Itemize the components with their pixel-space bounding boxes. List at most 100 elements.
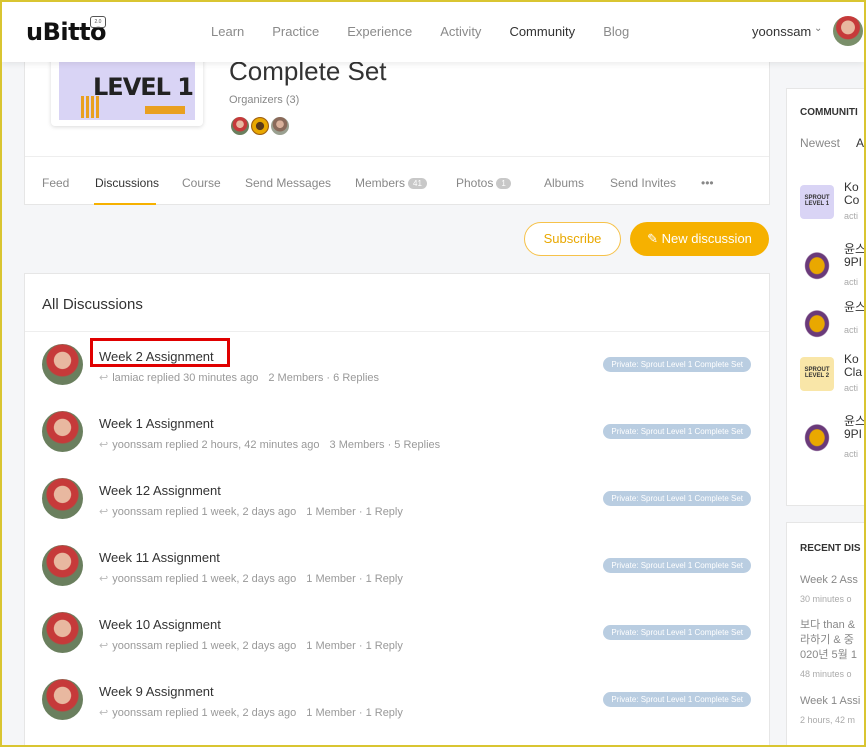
group-tag[interactable]: Private: Sprout Level 1 Complete Set xyxy=(603,491,751,506)
community-activity: acti xyxy=(844,449,859,459)
community-thumbnail[interactable] xyxy=(800,305,834,339)
edit-icon: ✎ xyxy=(647,231,662,246)
organizer-avatar[interactable] xyxy=(229,115,251,137)
main-nav: Learn Practice Experience Activity Commu… xyxy=(211,24,657,39)
new-discussion-label: New discussion xyxy=(661,231,752,246)
reply-stats: 3 Members · 5 Replies xyxy=(329,439,441,451)
nav-activity[interactable]: Activity xyxy=(440,24,481,39)
communities-widget: COMMUNITI Newest A SPROUT LEVEL 1 Ko Co a… xyxy=(786,88,866,506)
reply-info: lamiac replied 30 minutes ago xyxy=(112,372,259,384)
tab-course[interactable]: Course xyxy=(182,176,221,190)
cover-bar-decoration xyxy=(145,106,185,114)
recent-discussion-link[interactable]: 보다 than & 라하기 & 중 020년 5월 1 xyxy=(800,618,857,663)
discussion-title[interactable]: Week 10 Assignment xyxy=(99,617,221,632)
nav-learn[interactable]: Learn xyxy=(211,24,244,39)
reply-icon: ↩ xyxy=(99,372,109,384)
reply-info: yoonssam replied 1 week, 2 days ago xyxy=(112,506,297,518)
avatar[interactable] xyxy=(42,545,83,586)
community-thumbnail[interactable] xyxy=(800,419,834,453)
tab-alphabetical[interactable]: A xyxy=(856,136,864,150)
discussion-row[interactable]: Week 11 Assignment ↩ yoonssam replied 1 w… xyxy=(25,545,769,612)
community-thumbnail[interactable] xyxy=(800,247,834,281)
divider xyxy=(25,331,769,332)
tab-send-messages[interactable]: Send Messages xyxy=(245,176,331,190)
avatar[interactable] xyxy=(42,411,83,452)
more-options-icon[interactable]: ••• xyxy=(701,176,714,190)
reply-icon: ↩ xyxy=(99,573,109,585)
tab-albums[interactable]: Albums xyxy=(544,176,584,190)
new-discussion-button[interactable]: ✎ New discussion xyxy=(630,222,769,256)
group-tag[interactable]: Private: Sprout Level 1 Complete Set xyxy=(603,558,751,573)
user-avatar[interactable] xyxy=(833,16,863,46)
organizer-avatar[interactable] xyxy=(269,115,291,137)
recent-discussion-link[interactable]: Week 1 Assi xyxy=(800,694,860,709)
discussion-title[interactable]: Week 1 Assignment xyxy=(99,416,214,431)
subscribe-button[interactable]: Subscribe xyxy=(524,222,621,256)
discussions-title: All Discussions xyxy=(42,296,143,313)
logo-badge-icon: 2.0 xyxy=(90,16,106,28)
group-tag[interactable]: Private: Sprout Level 1 Complete Set xyxy=(603,625,751,640)
group-tag[interactable]: Private: Sprout Level 1 Complete Set xyxy=(603,692,751,707)
discussion-title[interactable]: Week 11 Assignment xyxy=(99,550,220,565)
community-name[interactable]: Ko Cla xyxy=(844,353,862,379)
nav-practice[interactable]: Practice xyxy=(272,24,319,39)
community-activity: acti xyxy=(844,383,859,393)
tab-feed[interactable]: Feed xyxy=(42,176,69,190)
community-thumbnail[interactable]: SPROUT LEVEL 2 xyxy=(800,357,834,391)
community-thumbnail[interactable]: SPROUT LEVEL 1 xyxy=(800,185,834,219)
tab-send-invites[interactable]: Send Invites xyxy=(610,176,676,190)
discussion-meta: ↩ yoonssam replied 1 week, 2 days ago 1 Me… xyxy=(99,639,403,652)
avatar[interactable] xyxy=(42,344,83,385)
tab-members[interactable]: Members 41 xyxy=(355,176,427,190)
chevron-down-icon[interactable]: ⌄ xyxy=(814,23,822,34)
nav-community[interactable]: Community xyxy=(509,24,575,39)
members-count-badge: 41 xyxy=(408,178,427,190)
discussion-row[interactable]: Week 1 Assignment ↩ yoonssam replied 2 ho… xyxy=(25,411,769,478)
tab-members-label: Members xyxy=(355,176,406,190)
discussion-meta: ↩ yoonssam replied 1 week, 2 days ago 1 Me… xyxy=(99,572,403,585)
community-name[interactable]: 윤스 9PI xyxy=(844,243,866,269)
discussion-meta: ↩ yoonssam replied 1 week, 2 days ago 1 Me… xyxy=(99,706,403,719)
group-tag[interactable]: Private: Sprout Level 1 Complete Set xyxy=(603,424,751,439)
active-tab-indicator xyxy=(94,203,156,205)
discussion-meta: ↩ lamiac replied 30 minutes ago 2 Members … xyxy=(99,371,379,384)
community-name[interactable]: 윤스 xyxy=(844,301,866,314)
avatar[interactable] xyxy=(42,679,83,720)
nav-experience[interactable]: Experience xyxy=(347,24,412,39)
discussion-row[interactable]: Week 10 Assignment ↩ yoonssam replied 1 w… xyxy=(25,612,769,679)
recent-discussion-link[interactable]: Week 2 Ass xyxy=(800,573,858,588)
discussion-row[interactable]: Week 9 Assignment ↩ yoonssam replied 1 we… xyxy=(25,679,769,746)
discussion-meta: ↩ yoonssam replied 2 hours, 42 minutes ag… xyxy=(99,438,440,451)
cover-text: LEVEL 1 xyxy=(93,73,194,101)
recent-discussions-title: RECENT DIS xyxy=(800,543,861,554)
group-tag[interactable]: Private: Sprout Level 1 Complete Set xyxy=(603,357,751,372)
username[interactable]: yoonssam xyxy=(752,24,811,39)
reply-icon: ↩ xyxy=(99,506,109,518)
tab-newest[interactable]: Newest xyxy=(800,136,840,150)
group-tabs: Feed Discussions Course Send Messages Me… xyxy=(25,156,769,205)
tab-discussions[interactable]: Discussions xyxy=(95,176,159,190)
community-name[interactable]: Ko Co xyxy=(844,181,859,207)
photos-count-badge: 1 xyxy=(496,178,511,190)
reply-info: yoonssam replied 1 week, 2 days ago xyxy=(112,573,297,585)
organizer-avatar[interactable] xyxy=(249,115,271,137)
group-header-card: LEVEL 1 Complete Set Organizers (3) Feed… xyxy=(24,40,770,205)
reply-stats: 1 Member · 1 Reply xyxy=(306,573,403,585)
discussion-row[interactable]: Week 12 Assignment ↩ yoonssam replied 1 w… xyxy=(25,478,769,545)
discussion-title[interactable]: Week 12 Assignment xyxy=(99,483,221,498)
discussion-title[interactable]: Week 9 Assignment xyxy=(99,684,214,699)
avatar[interactable] xyxy=(42,612,83,653)
organizer-avatars xyxy=(229,115,291,137)
reply-info: yoonssam replied 1 week, 2 days ago xyxy=(112,640,297,652)
reply-stats: 2 Members · 6 Replies xyxy=(268,372,380,384)
highlight-annotation xyxy=(90,338,230,367)
communities-title: COMMUNITI xyxy=(800,107,858,118)
nav-blog[interactable]: Blog xyxy=(603,24,629,39)
tab-photos[interactable]: Photos 1 xyxy=(456,176,511,190)
avatar[interactable] xyxy=(42,478,83,519)
reply-icon: ↩ xyxy=(99,640,109,652)
tab-photos-label: Photos xyxy=(456,176,494,190)
discussion-meta: ↩ yoonssam replied 1 week, 2 days ago 1 Me… xyxy=(99,505,403,518)
recent-discussion-time: 30 minutes o xyxy=(800,594,852,604)
community-name[interactable]: 윤스 9PI xyxy=(844,415,866,441)
